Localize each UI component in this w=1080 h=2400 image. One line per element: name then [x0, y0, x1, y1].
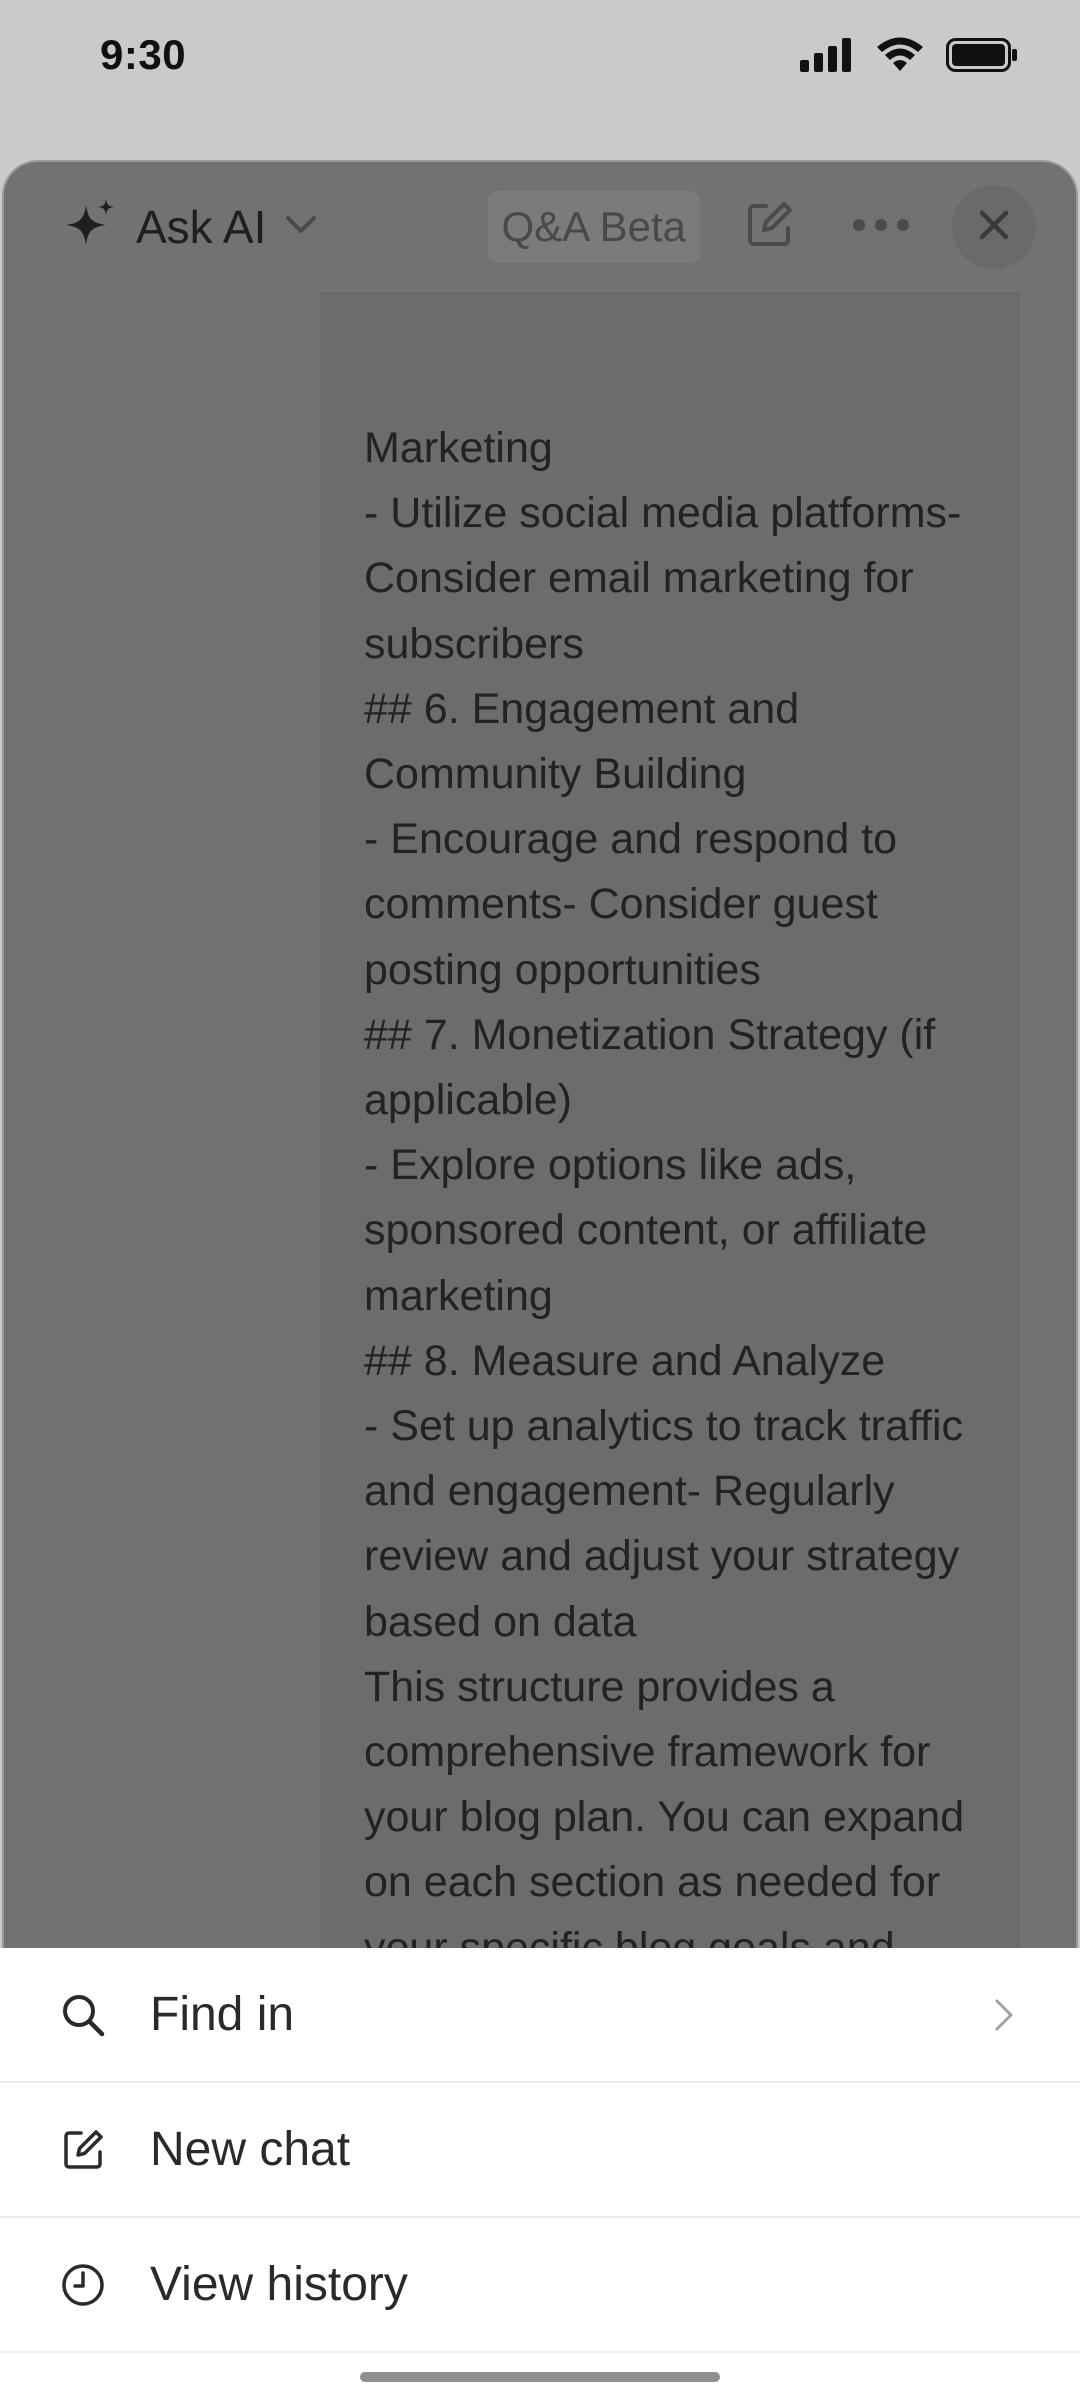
new-chat-label: New chat — [150, 2123, 351, 2176]
status-icons — [800, 37, 1018, 73]
more-button[interactable] — [838, 184, 924, 270]
wifi-icon — [876, 37, 924, 73]
compose-button[interactable] — [726, 184, 812, 270]
clock-icon — [58, 2260, 108, 2310]
find-in-label: Find in — [150, 1988, 295, 2041]
status-bar: 9:30 — [0, 0, 1080, 110]
find-in-item[interactable]: Find in — [0, 1948, 1080, 2083]
status-time: 9:30 — [100, 31, 187, 78]
response-line: Marketing — [364, 423, 553, 472]
response-line: - Explore options like ads, sponsored co… — [364, 1141, 928, 1320]
ask-ai-header: Ask AI Q&A Beta — [4, 162, 1076, 292]
search-icon — [58, 1990, 108, 2040]
ai-response-text: Marketing - Utilize social media platfor… — [364, 416, 990, 2046]
chevron-down-icon — [284, 214, 318, 241]
compose-icon — [744, 200, 794, 255]
chevron-right-icon — [986, 1997, 1022, 2033]
response-line: ## 7. Monetization Strategy (if applicab… — [364, 1010, 936, 1124]
response-line: - Set up analytics to track traffic and … — [364, 1401, 964, 1646]
sparkle-icon — [62, 197, 118, 258]
new-chat-icon — [58, 2125, 108, 2175]
view-history-label: View history — [150, 2258, 408, 2311]
response-line: ## 6. Engagement and Community Building — [364, 684, 800, 798]
home-indicator[interactable] — [360, 2372, 720, 2382]
more-icon — [852, 218, 910, 237]
ai-title-label: Ask AI — [136, 201, 267, 253]
new-chat-item[interactable]: New chat — [0, 2083, 1080, 2218]
qa-beta-pill[interactable]: Q&A Beta — [487, 191, 700, 263]
ai-response-bubble: Marketing - Utilize social media platfor… — [320, 202, 1020, 2072]
response-line: ## 8. Measure and Analyze — [364, 1336, 886, 1385]
close-button[interactable] — [952, 185, 1036, 269]
ai-title-dropdown[interactable]: Ask AI — [62, 197, 318, 258]
cellular-signal-icon — [800, 38, 854, 72]
response-line: - Encourage and respond to comments- Con… — [364, 815, 898, 994]
close-icon — [978, 209, 1010, 246]
view-history-item[interactable]: View history — [0, 2218, 1080, 2353]
battery-icon — [946, 38, 1018, 72]
action-sheet: Find in New chat View history — [0, 1948, 1080, 2400]
response-line: - Utilize social media platforms- Consid… — [364, 489, 962, 668]
